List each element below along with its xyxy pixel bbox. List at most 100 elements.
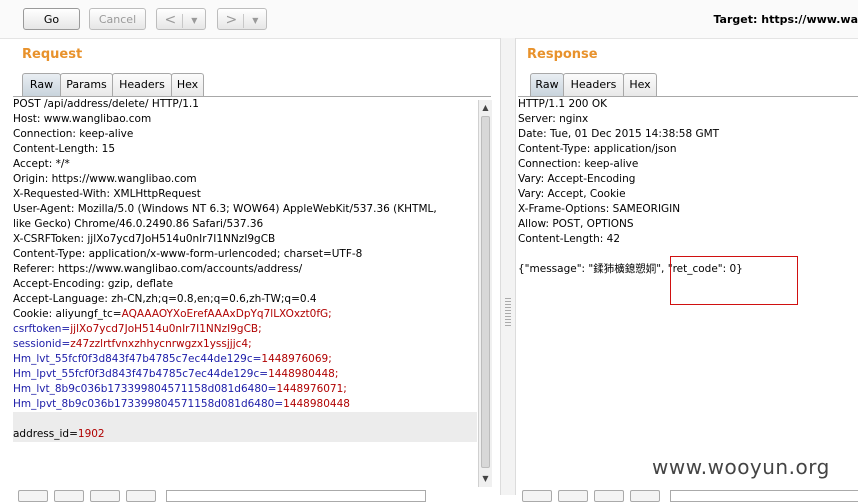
request-search-input[interactable] <box>166 490 426 502</box>
request-line-value: 1448980448 <box>283 398 350 410</box>
response-line: Content-Length: 42 <box>518 233 621 245</box>
request-line: like Gecko) Chrome/46.0.2490.86 Safari/5… <box>13 217 477 232</box>
cancel-button[interactable]: Cancel <box>89 8 146 30</box>
scrollbar-thumb[interactable] <box>481 116 490 468</box>
request-line: Accept: */* <box>13 157 477 172</box>
toolbar: Go Cancel < ▼ > ▼ Target: https://www.wa <box>0 0 858 39</box>
request-scrollbar[interactable]: ▲ ▼ <box>478 100 492 487</box>
request-line: address_id=1902 <box>13 427 477 442</box>
response-line: Date: Tue, 01 Dec 2015 14:38:58 GMT <box>518 128 720 140</box>
next-match-button[interactable] <box>126 490 156 502</box>
request-line-key: Hm_lvt_55fcf0f3d843f47b4785c7ec44de129c= <box>13 353 262 365</box>
request-line-key: Cookie: aliyungf_tc= <box>13 308 122 320</box>
forward-dropdown-icon: ▼ <box>252 16 259 25</box>
request-line-value: 1448980448; <box>268 368 339 380</box>
request-title: Request <box>22 47 83 62</box>
splitter-grip-icon[interactable] <box>505 298 511 328</box>
resp-add-button[interactable] <box>594 490 624 502</box>
pane-splitter[interactable] <box>500 38 516 495</box>
forward-button[interactable]: > ▼ <box>217 8 267 30</box>
request-line-value: z47zzlrtfvnxzhhycnrwgzx1yssjjjc4; <box>70 338 252 350</box>
target-label: Target: https://www.wa <box>713 13 858 26</box>
request-line: POST /api/address/delete/ HTTP/1.1 <box>13 97 477 112</box>
request-line: X-CSRFToken: jjlXo7ycd7JoH514u0nIr7I1NNz… <box>13 232 477 247</box>
request-line-value: 1448976071; <box>276 383 347 395</box>
response-tab-headers[interactable]: Headers <box>563 73 624 96</box>
response-line: Allow: POST, OPTIONS <box>518 218 634 230</box>
watermark: www.wooyun.org <box>652 455 830 479</box>
request-line-key: sessionid= <box>13 338 71 350</box>
response-line: X-Frame-Options: SAMEORIGIN <box>518 203 681 215</box>
request-line: Content-Length: 15 <box>13 142 477 157</box>
request-line: Accept-Language: zh-CN,zh;q=0.8,en;q=0.6… <box>13 292 477 307</box>
request-line-key: Hm_lpvt_8b9c036b173399804571158d081d6480… <box>13 398 284 410</box>
response-line: Vary: Accept-Encoding <box>518 173 636 185</box>
request-line-key: X-CSRFToken: jjlXo7ycd7JoH514u0nIr7I1NNz… <box>13 233 276 245</box>
request-line-key: POST /api/address/delete/ HTTP/1.1 <box>13 98 199 110</box>
response-tab-raw[interactable]: Raw <box>530 73 564 96</box>
request-line-key: Accept: */* <box>13 158 70 170</box>
request-line-key: X-Requested-With: XMLHttpRequest <box>13 188 201 200</box>
request-line: Content-Type: application/x-www-form-url… <box>13 247 477 262</box>
request-line: Cookie: aliyungf_tc=AQAAAOYXoErefAAAxDpY… <box>13 307 477 322</box>
back-dropdown-icon: ▼ <box>191 16 198 25</box>
request-line: Connection: keep-alive <box>13 127 477 142</box>
resp-help-button[interactable] <box>522 490 552 502</box>
request-line-key: csrftoken= <box>13 323 71 335</box>
request-tab-params[interactable]: Params <box>60 73 113 96</box>
request-line-key: Host: www.wanglibao.com <box>13 113 152 125</box>
request-line-key: Connection: keep-alive <box>13 128 134 140</box>
request-line-value: jjlXo7ycd7JoH514u0nIr7I1NNzI9gCB; <box>70 323 262 335</box>
help-button[interactable] <box>18 490 48 502</box>
response-tab-hex[interactable]: Hex <box>623 73 657 96</box>
response-search-input[interactable] <box>670 490 858 502</box>
request-line: Hm_lpvt_8b9c036b173399804571158d081d6480… <box>13 397 477 412</box>
request-line-value: 1448976069; <box>261 353 332 365</box>
request-line-key: like Gecko) Chrome/46.0.2490.86 Safari/5… <box>13 218 264 230</box>
scroll-down-icon[interactable]: ▼ <box>480 473 491 485</box>
request-line-key: Content-Length: 15 <box>13 143 116 155</box>
request-line-key: Accept-Language: zh-CN,zh;q=0.8,en;q=0.6… <box>13 293 317 305</box>
request-line <box>13 412 477 427</box>
back-button[interactable]: < ▼ <box>156 8 206 30</box>
response-line: Connection: keep-alive <box>518 158 639 170</box>
request-line: User-Agent: Mozilla/5.0 (Windows NT 6.3;… <box>13 202 477 217</box>
request-line: csrftoken=jjlXo7ycd7JoH514u0nIr7I1NNzI9g… <box>13 322 477 337</box>
response-line: Content-Type: application/json <box>518 143 677 155</box>
request-line-key: Referer: https://www.wanglibao.com/accou… <box>13 263 303 275</box>
request-line: sessionid=z47zzlrtfvnxzhhycnrwgzx1yssjjj… <box>13 337 477 352</box>
scroll-up-icon[interactable]: ▲ <box>480 102 491 114</box>
back-arrow-icon: < <box>164 12 177 28</box>
request-line-key: User-Agent: Mozilla/5.0 (Windows NT 6.3;… <box>13 203 437 215</box>
response-line: HTTP/1.1 200 OK <box>518 98 607 110</box>
request-line-key: address_id= <box>13 428 78 440</box>
response-title: Response <box>527 47 598 62</box>
request-line-key: Accept-Encoding: gzip, deflate <box>13 278 174 290</box>
request-line-key: Hm_lvt_8b9c036b173399804571158d081d6480= <box>13 383 277 395</box>
go-button[interactable]: Go <box>23 8 80 30</box>
request-line-key: Content-Type: application/x-www-form-url… <box>13 248 363 260</box>
request-tab-raw[interactable]: Raw <box>22 73 61 96</box>
request-line-key: Origin: https://www.wanglibao.com <box>13 173 197 185</box>
response-line: Vary: Accept, Cookie <box>518 188 626 200</box>
request-line: Hm_lpvt_55fcf0f3d843f47b4785c7ec44de129c… <box>13 367 477 382</box>
resp-prev-match-button[interactable] <box>558 490 588 502</box>
request-line: Referer: https://www.wanglibao.com/accou… <box>13 262 477 277</box>
request-line-key: Hm_lpvt_55fcf0f3d843f47b4785c7ec44de129c… <box>13 368 269 380</box>
request-editor[interactable]: POST /api/address/delete/ HTTP/1.1 Host: … <box>13 97 477 487</box>
request-line: Hm_lvt_55fcf0f3d843f47b4785c7ec44de129c=… <box>13 352 477 367</box>
request-line: Accept-Encoding: gzip, deflate <box>13 277 477 292</box>
forward-arrow-icon: > <box>225 12 238 28</box>
request-tab-hex[interactable]: Hex <box>171 73 204 96</box>
request-line: Hm_lvt_8b9c036b173399804571158d081d6480=… <box>13 382 477 397</box>
request-line: X-Requested-With: XMLHttpRequest <box>13 187 477 202</box>
prev-match-button[interactable] <box>54 490 84 502</box>
request-tab-headers[interactable]: Headers <box>112 73 172 96</box>
highlight-box <box>670 256 798 305</box>
request-line: Origin: https://www.wanglibao.com <box>13 172 477 187</box>
add-button[interactable] <box>90 490 120 502</box>
request-line-value: AQAAAOYXoErefAAAxDpYq7lLXOxzt0fG; <box>121 308 332 320</box>
resp-next-match-button[interactable] <box>630 490 660 502</box>
request-line-value: 1902 <box>77 428 105 440</box>
response-line: Server: nginx <box>518 113 589 125</box>
